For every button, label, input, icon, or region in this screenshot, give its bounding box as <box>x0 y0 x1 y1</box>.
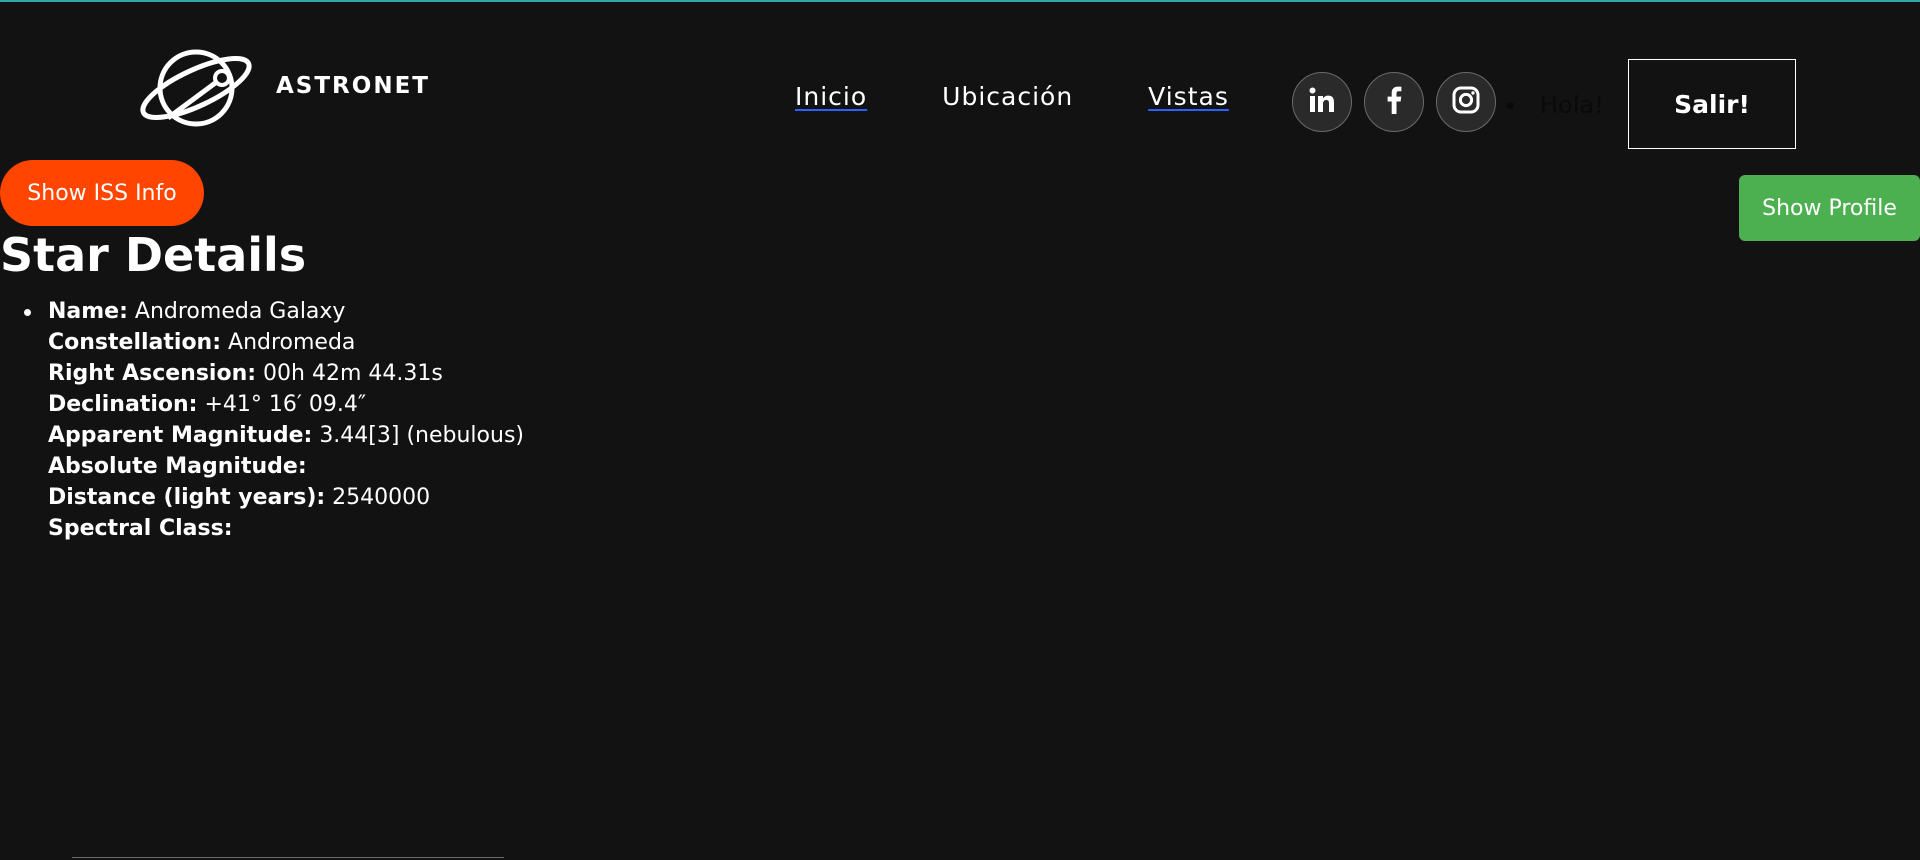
list-bullet <box>1507 101 1514 109</box>
detail-label: Declination: <box>48 392 198 417</box>
list-item: Name: Andromeda Galaxy Constellation: An… <box>24 296 524 544</box>
facebook-button[interactable] <box>1364 72 1424 132</box>
detail-label: Spectral Class: <box>48 516 233 541</box>
detail-value: 00h 42m 44.31s <box>263 361 443 386</box>
detail-constellation: Constellation: Andromeda <box>48 327 524 358</box>
linkedin-icon <box>1309 87 1335 117</box>
nav-link-inicio[interactable]: Inicio <box>795 84 867 109</box>
detail-label: Right Ascension: <box>48 361 257 386</box>
detail-absolute-magnitude: Absolute Magnitude: <box>48 451 524 482</box>
logout-button[interactable]: Salir! <box>1628 59 1796 149</box>
nav-link-vistas[interactable]: Vistas <box>1148 84 1229 109</box>
social-links <box>1292 72 1508 132</box>
facebook-icon <box>1386 86 1402 118</box>
divider <box>72 857 504 858</box>
page: ASTRONET Inicio Ubicación Vistas Hola! S… <box>0 0 1920 860</box>
greeting-text: Hola! <box>1540 91 1604 119</box>
detail-value: Andromeda <box>228 330 356 355</box>
detail-label: Name: <box>48 299 128 324</box>
detail-spectral-class: Spectral Class: <box>48 513 524 544</box>
detail-label: Absolute Magnitude: <box>48 454 307 479</box>
detail-apparent-magnitude: Apparent Magnitude: 3.44[3] (nebulous) <box>48 420 524 451</box>
detail-label: Distance (light years): <box>48 485 326 510</box>
top-accent-line <box>0 0 1920 2</box>
detail-declination: Declination: +41° 16′ 09.4″ <box>48 389 524 420</box>
detail-distance: Distance (light years): 2540000 <box>48 482 524 513</box>
planet-orbit-icon <box>138 40 258 132</box>
show-iss-info-button[interactable]: Show ISS Info <box>0 160 204 226</box>
logo-link[interactable]: ASTRONET <box>138 40 430 132</box>
detail-value: 2540000 <box>332 485 431 510</box>
linkedin-button[interactable] <box>1292 72 1352 132</box>
main-nav: Inicio Ubicación Vistas <box>795 84 1304 109</box>
detail-name: Name: Andromeda Galaxy <box>48 296 524 327</box>
detail-value: 3.44[3] (nebulous) <box>319 423 524 448</box>
brand-name: ASTRONET <box>276 73 430 99</box>
star-details-list: Name: Andromeda Galaxy Constellation: An… <box>0 296 524 544</box>
detail-right-ascension: Right Ascension: 00h 42m 44.31s <box>48 358 524 389</box>
show-profile-button[interactable]: Show Profile <box>1739 175 1920 241</box>
instagram-icon <box>1452 86 1480 118</box>
greeting: Hola! <box>1507 91 1604 119</box>
instagram-button[interactable] <box>1436 72 1496 132</box>
detail-value: Andromeda Galaxy <box>134 299 346 324</box>
page-title: Star Details <box>0 228 307 282</box>
detail-value: +41° 16′ 09.4″ <box>204 392 367 417</box>
detail-label: Constellation: <box>48 330 222 355</box>
nav-link-ubicacion[interactable]: Ubicación <box>942 84 1073 109</box>
detail-label: Apparent Magnitude: <box>48 423 313 448</box>
